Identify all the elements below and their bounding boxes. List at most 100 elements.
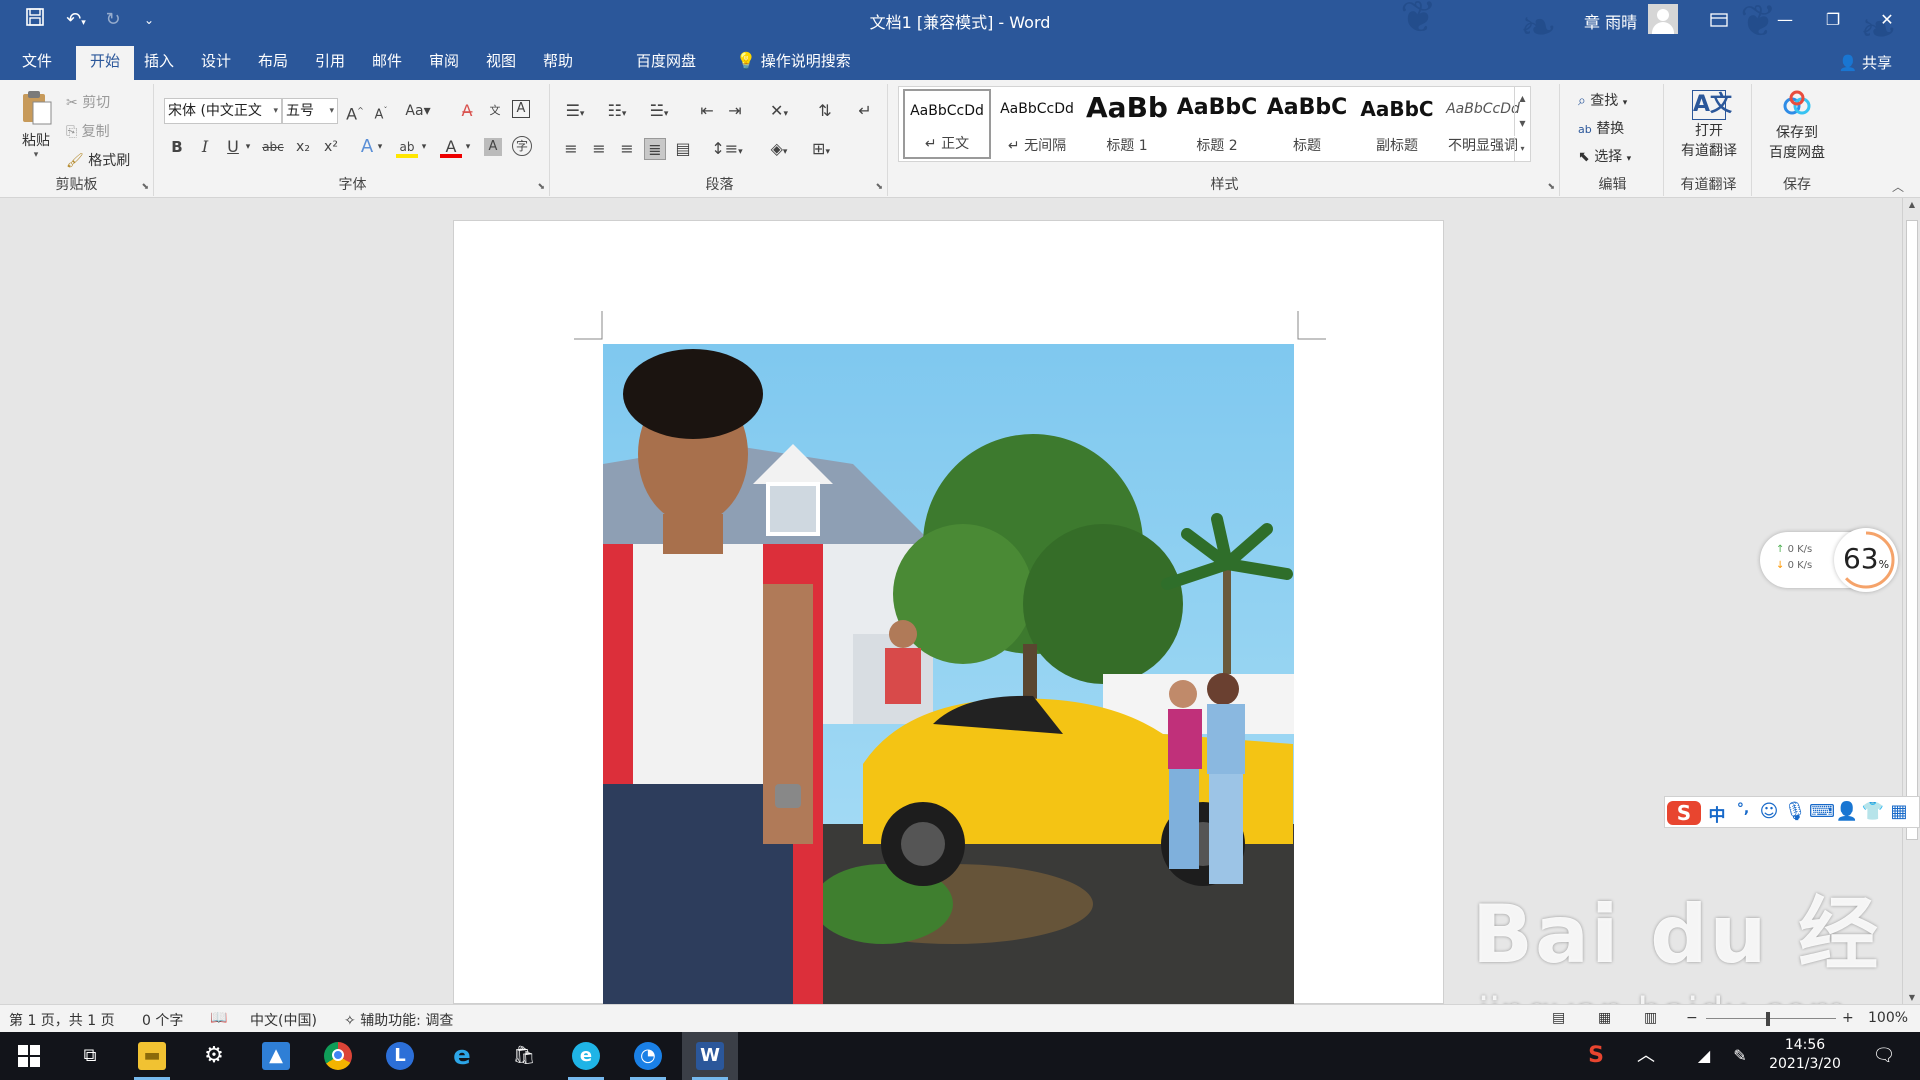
file-explorer-button[interactable]: ▬	[124, 1032, 180, 1080]
tab-baidu-netdisk[interactable]: 百度网盘	[622, 46, 710, 80]
bold-icon[interactable]: B	[166, 136, 188, 158]
skin-icon[interactable]: 👕	[1861, 801, 1885, 822]
minimize-button[interactable]: —	[1762, 0, 1808, 40]
character-shading-icon[interactable]: A	[484, 138, 502, 156]
subscript-icon[interactable]: x₂	[292, 136, 314, 158]
format-painter-button[interactable]: 🖌 格式刷	[66, 150, 130, 170]
tab-references[interactable]: 引用	[301, 46, 359, 80]
highlight-icon[interactable]: ab	[396, 136, 418, 158]
justify-icon[interactable]: ≣	[644, 138, 666, 160]
tab-home[interactable]: 开始	[76, 46, 135, 80]
line-spacing-icon[interactable]: ↕≡▾	[710, 138, 744, 160]
tab-insert[interactable]: 插入	[130, 46, 188, 80]
copy-button[interactable]: ⎘ 复制	[66, 121, 110, 141]
photos-button[interactable]: ▲	[248, 1032, 304, 1080]
restore-button[interactable]: ❐	[1810, 0, 1856, 40]
print-layout-icon[interactable]: ▦	[1598, 1010, 1611, 1026]
word-count[interactable]: 0 个字	[142, 1010, 183, 1030]
tab-design[interactable]: 设计	[187, 46, 245, 80]
multilevel-list-icon[interactable]: ☱▾	[642, 100, 676, 122]
strikethrough-icon[interactable]: abc	[258, 136, 288, 158]
toolbox-icon[interactable]: ▦	[1887, 801, 1911, 822]
shading-icon[interactable]: ◈▾	[762, 138, 796, 160]
find-button[interactable]: ⌕ 查找 ▾	[1578, 90, 1627, 110]
bullets-icon[interactable]: ☰▾	[558, 100, 592, 122]
grow-font-icon[interactable]: A^	[344, 100, 366, 123]
collapse-ribbon-icon[interactable]: ︿	[1892, 178, 1904, 195]
read-mode-icon[interactable]: ▤	[1552, 1010, 1565, 1026]
task-view-button[interactable]: ⧉	[62, 1032, 118, 1080]
qq-browser-button[interactable]: ◔	[620, 1032, 676, 1080]
increase-indent-icon[interactable]: ⇥	[724, 100, 746, 122]
start-button[interactable]	[0, 1032, 56, 1080]
word-taskbar-button[interactable]: W	[682, 1032, 738, 1080]
tab-help[interactable]: 帮助	[529, 46, 587, 80]
chrome-button[interactable]	[310, 1032, 366, 1080]
inserted-photo[interactable]	[603, 344, 1294, 1004]
sogou-tray-icon[interactable]: S	[1568, 1032, 1624, 1080]
undo-icon[interactable]: ↶▾	[58, 8, 94, 32]
emoji-icon[interactable]: ☺	[1757, 801, 1781, 822]
distributed-icon[interactable]: ▤	[672, 138, 694, 160]
store-button[interactable]: 🛍	[496, 1032, 552, 1080]
font-color-icon[interactable]: A	[440, 136, 462, 158]
memory-usage-gauge[interactable]: 63%	[1834, 528, 1898, 592]
chevron-down-icon[interactable]: ▾	[374, 136, 386, 158]
language-indicator[interactable]: 中文(中国)	[250, 1010, 317, 1030]
zoom-slider[interactable]	[1706, 1018, 1836, 1019]
action-center-button[interactable]: 🗨	[1856, 1032, 1912, 1080]
show-hidden-icons-button[interactable]: ︿	[1618, 1032, 1674, 1080]
youdao-translate-button[interactable]: A文 打开 有道翻译	[1670, 90, 1748, 160]
ribbon-display-options-icon[interactable]	[1696, 0, 1742, 40]
save-to-baidu-button[interactable]: 保存到 百度网盘	[1758, 90, 1836, 162]
chevron-down-icon[interactable]: ▾	[462, 136, 474, 158]
phonetic-guide-icon[interactable]: 文	[484, 100, 506, 122]
user-name[interactable]: 章 雨晴	[1584, 9, 1637, 33]
tab-file[interactable]: 文件	[8, 46, 66, 80]
keyboard-icon[interactable]: ⌨	[1809, 801, 1835, 822]
sogou-logo-icon[interactable]: S	[1667, 801, 1701, 825]
settings-button[interactable]: ⚙	[186, 1032, 242, 1080]
ime-mode-toggle[interactable]: 中	[1705, 801, 1729, 826]
dialog-launcher-icon[interactable]: ⬊	[141, 182, 149, 192]
font-size-combo[interactable]: 五号 ▾	[282, 98, 338, 124]
style-subtitle[interactable]: AaBbC 副标题	[1353, 89, 1441, 159]
close-button[interactable]: ✕	[1864, 0, 1910, 40]
select-button[interactable]: ⬉ 选择 ▾	[1578, 146, 1631, 166]
redo-icon[interactable]: ↻	[100, 8, 126, 32]
enclose-characters-icon[interactable]: 字	[512, 136, 532, 156]
accessibility-checker[interactable]: ✧ 辅助功能: 调查	[344, 1010, 453, 1030]
avatar[interactable]	[1648, 4, 1678, 34]
ime-punctuation-toggle[interactable]: °,	[1731, 801, 1755, 817]
style-heading-1[interactable]: AaBb 标题 1	[1083, 89, 1171, 159]
cut-button[interactable]: ✂ 剪切	[66, 92, 110, 112]
align-center-icon[interactable]: ≡	[588, 138, 610, 160]
superscript-icon[interactable]: x²	[320, 136, 342, 158]
decrease-indent-icon[interactable]: ⇤	[696, 100, 718, 122]
microphone-icon[interactable]: 🎙	[1783, 801, 1807, 822]
tell-me-search[interactable]: 💡 操作说明搜索	[722, 46, 865, 80]
italic-icon[interactable]: I	[194, 136, 216, 158]
scroll-up-icon[interactable]: ▲	[1903, 200, 1920, 209]
proofing-icon[interactable]: 📖	[210, 1010, 227, 1026]
style-normal[interactable]: AaBbCcDd ↵ 正文	[903, 89, 991, 159]
share-button[interactable]: 👤 共享	[1839, 52, 1892, 73]
chevron-down-icon[interactable]: ▾	[418, 136, 430, 158]
numbering-icon[interactable]: ☷▾	[600, 100, 634, 122]
show-marks-icon[interactable]: ↵	[854, 100, 876, 122]
paste-button[interactable]: 粘贴 ▾	[14, 88, 58, 178]
gallery-up-icon[interactable]: ▲	[1514, 87, 1530, 111]
tab-mailings[interactable]: 邮件	[358, 46, 416, 80]
align-left-icon[interactable]: ≡	[560, 138, 582, 160]
align-right-icon[interactable]: ≡	[616, 138, 638, 160]
lenovo-app-button[interactable]: L	[372, 1032, 428, 1080]
tab-review[interactable]: 审阅	[415, 46, 473, 80]
font-name-combo[interactable]: 宋体 (中文正文 ▾	[164, 98, 282, 124]
dialog-launcher-icon[interactable]: ⬊	[537, 182, 545, 192]
page-count[interactable]: 第 1 页，共 1 页	[9, 1010, 115, 1030]
shrink-font-icon[interactable]: Aˇ	[370, 100, 392, 122]
style-no-spacing[interactable]: AaBbCcDd ↵ 无间隔	[993, 89, 1081, 159]
tab-view[interactable]: 视图	[472, 46, 530, 80]
chinese-layout-icon[interactable]: ✕▾	[762, 100, 796, 122]
change-case-icon[interactable]: Aa▾	[402, 100, 434, 122]
